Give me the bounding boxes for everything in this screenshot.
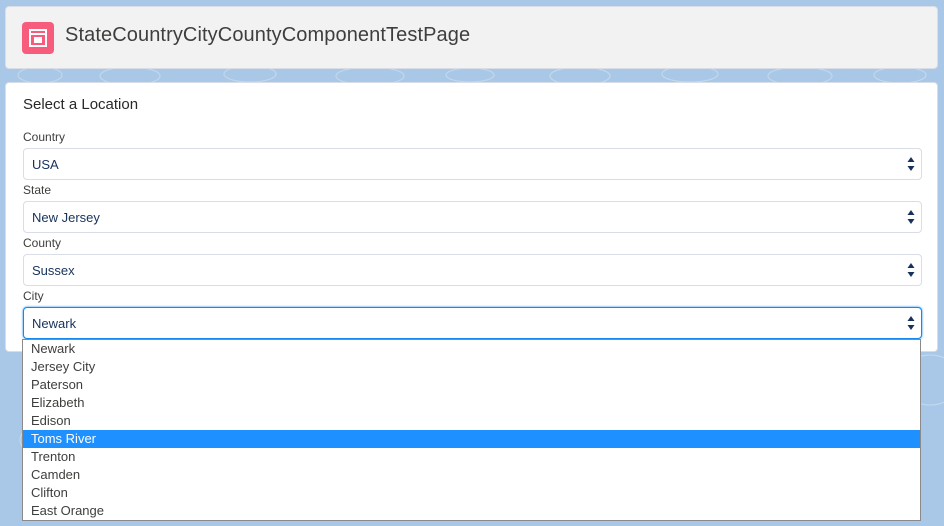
dropdown-option[interactable]: Toms River [23, 430, 920, 448]
state-label: State [23, 183, 52, 197]
county-select-value: Sussex [32, 263, 75, 278]
dropdown-option[interactable]: Camden [23, 466, 920, 484]
city-label: City [23, 289, 44, 303]
dropdown-option[interactable]: Trenton [23, 448, 920, 466]
lightning-page-icon [22, 22, 54, 54]
state-select[interactable]: New Jersey [23, 201, 922, 233]
city-select[interactable]: Newark [23, 307, 922, 339]
dropdown-option[interactable]: East Orange [23, 502, 920, 520]
dropdown-option[interactable]: Edison [23, 412, 920, 430]
card-title: Select a Location [23, 96, 139, 113]
city-select-value: Newark [32, 316, 77, 331]
dropdown-option[interactable]: Paterson [23, 376, 920, 394]
city-dropdown-list[interactable]: Newark Jersey City Paterson Elizabeth Ed… [22, 339, 921, 521]
select-arrows-icon [907, 157, 915, 171]
dropdown-option[interactable]: Elizabeth [23, 394, 920, 412]
page-header: StateCountryCityCountyComponentTestPage [5, 6, 938, 69]
page-title: StateCountryCityCountyComponentTestPage [65, 24, 471, 46]
select-arrows-icon [907, 263, 915, 277]
country-label: Country [23, 130, 66, 144]
country-select-value: USA [32, 157, 59, 172]
state-select-value: New Jersey [32, 210, 100, 225]
county-select[interactable]: Sussex [23, 254, 922, 286]
select-arrows-icon [907, 210, 915, 224]
dropdown-option[interactable]: Jersey City [23, 358, 920, 376]
select-arrows-icon [907, 316, 915, 330]
dropdown-option[interactable]: Newark [23, 340, 920, 358]
county-label: County [23, 236, 62, 250]
location-card: Select a Location Country USA State New … [5, 82, 938, 352]
dropdown-option[interactable]: Clifton [23, 484, 920, 502]
country-select[interactable]: USA [23, 148, 922, 180]
